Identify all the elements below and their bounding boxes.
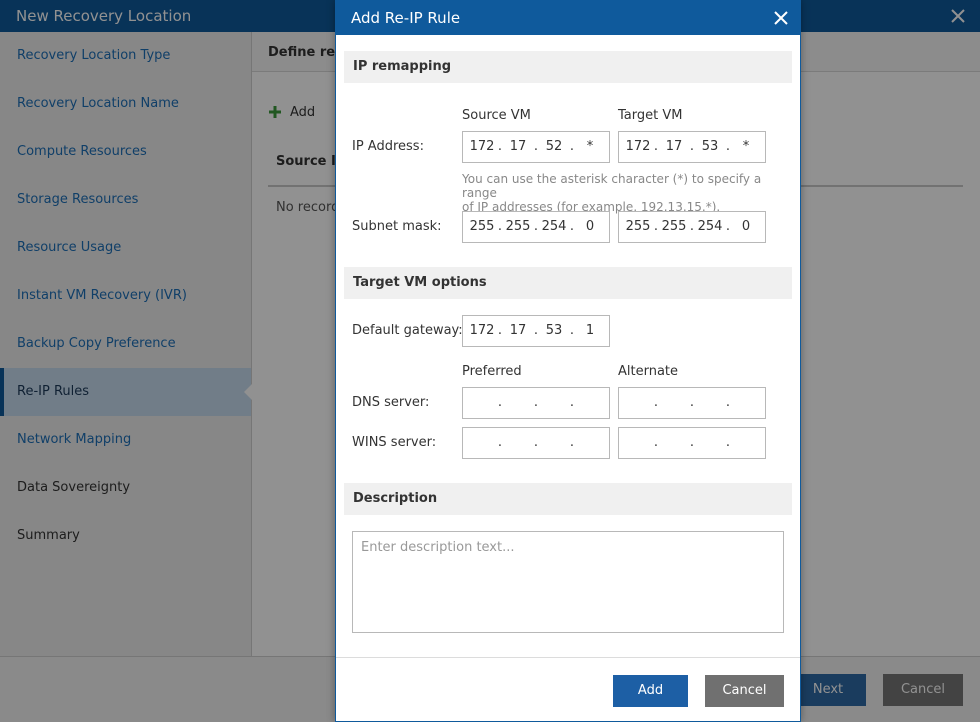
alternate-dns-input[interactable]: . . . bbox=[618, 387, 766, 419]
section-description: Description bbox=[344, 483, 792, 515]
ip-octet[interactable]: 53 bbox=[539, 321, 569, 341]
ip-octet[interactable]: 17 bbox=[503, 321, 533, 341]
ip-octet[interactable]: 172 bbox=[623, 137, 653, 157]
dns-server-label: DNS server: bbox=[352, 395, 430, 410]
ip-octet[interactable]: 254 bbox=[695, 217, 725, 237]
ip-octet[interactable] bbox=[539, 393, 569, 413]
target-ip-input[interactable]: 172. 17. 53. * bbox=[618, 131, 766, 163]
hint-line-1: You can use the asterisk character (*) t… bbox=[462, 172, 762, 200]
dialog-footer: Add Cancel bbox=[336, 657, 800, 721]
add-button[interactable]: Add bbox=[613, 675, 688, 707]
default-gateway-input[interactable]: 172. 17. 53. 1 bbox=[462, 315, 610, 347]
ip-octet[interactable]: 1 bbox=[575, 321, 605, 341]
dialog-title: Add Re-IP Rule bbox=[351, 9, 461, 27]
ip-octet[interactable]: 254 bbox=[539, 217, 569, 237]
ip-octet[interactable]: 255 bbox=[503, 217, 533, 237]
ip-octet[interactable] bbox=[539, 433, 569, 453]
ip-octet[interactable] bbox=[623, 433, 653, 453]
ip-octet[interactable]: 52 bbox=[539, 137, 569, 157]
ip-octet[interactable] bbox=[695, 393, 725, 413]
ip-octet[interactable]: * bbox=[731, 137, 761, 157]
preferred-wins-input[interactable]: . . . bbox=[462, 427, 610, 459]
subnet-mask-label: Subnet mask: bbox=[352, 219, 442, 234]
preferred-dns-input[interactable]: . . . bbox=[462, 387, 610, 419]
ip-octet[interactable]: 17 bbox=[659, 137, 689, 157]
wildcard-hint: You can use the asterisk character (*) t… bbox=[462, 172, 782, 214]
ip-octet[interactable]: 0 bbox=[731, 217, 761, 237]
section-ip-remapping: IP remapping bbox=[344, 51, 792, 83]
ip-octet[interactable] bbox=[575, 393, 605, 413]
source-subnet-input[interactable]: 255. 255. 254. 0 bbox=[462, 211, 610, 243]
ip-octet[interactable]: 172 bbox=[467, 321, 497, 341]
dialog-close-icon[interactable] bbox=[772, 9, 790, 27]
ip-octet[interactable]: 255 bbox=[467, 217, 497, 237]
section-target-vm-options: Target VM options bbox=[344, 267, 792, 299]
description-textarea[interactable] bbox=[352, 531, 784, 633]
alternate-header: Alternate bbox=[618, 364, 679, 379]
ip-octet[interactable]: 172 bbox=[467, 137, 497, 157]
target-vm-header: Target VM bbox=[618, 108, 683, 123]
alternate-wins-input[interactable]: . . . bbox=[618, 427, 766, 459]
ip-address-label: IP Address: bbox=[352, 139, 424, 154]
ip-octet[interactable]: 0 bbox=[575, 217, 605, 237]
wins-server-label: WINS server: bbox=[352, 435, 437, 450]
target-subnet-input[interactable]: 255. 255. 254. 0 bbox=[618, 211, 766, 243]
default-gateway-label: Default gateway: bbox=[352, 323, 463, 338]
ip-octet[interactable] bbox=[659, 393, 689, 413]
ip-octet[interactable] bbox=[503, 393, 533, 413]
dialog-titlebar: Add Re-IP Rule bbox=[336, 1, 800, 35]
ip-octet[interactable] bbox=[503, 433, 533, 453]
ip-octet[interactable]: 255 bbox=[623, 217, 653, 237]
ip-octet[interactable] bbox=[731, 393, 761, 413]
ip-octet[interactable] bbox=[467, 433, 497, 453]
ip-octet[interactable]: 17 bbox=[503, 137, 533, 157]
preferred-header: Preferred bbox=[462, 364, 522, 379]
source-ip-input[interactable]: 172. 17. 52. * bbox=[462, 131, 610, 163]
ip-octet[interactable]: 53 bbox=[695, 137, 725, 157]
ip-octet[interactable]: * bbox=[575, 137, 605, 157]
ip-octet[interactable] bbox=[731, 433, 761, 453]
add-re-ip-rule-dialog: Add Re-IP Rule IP remapping Source VM Ta… bbox=[335, 0, 801, 722]
ip-octet[interactable] bbox=[575, 433, 605, 453]
ip-octet[interactable] bbox=[659, 433, 689, 453]
source-vm-header: Source VM bbox=[462, 108, 531, 123]
ip-octet[interactable]: 255 bbox=[659, 217, 689, 237]
cancel-button[interactable]: Cancel bbox=[705, 675, 784, 707]
ip-octet[interactable] bbox=[467, 393, 497, 413]
ip-octet[interactable] bbox=[623, 393, 653, 413]
ip-octet[interactable] bbox=[695, 433, 725, 453]
